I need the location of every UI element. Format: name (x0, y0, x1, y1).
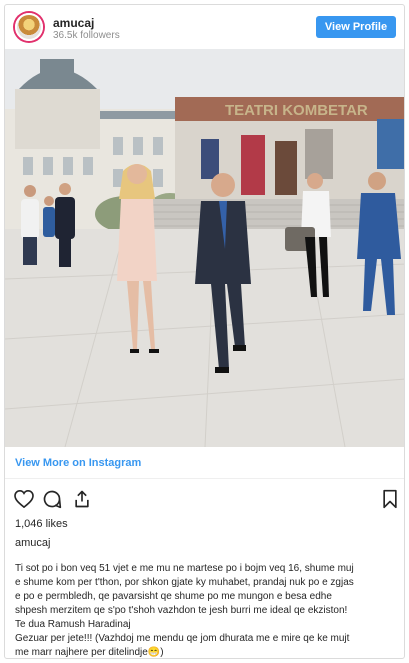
heart-icon[interactable] (13, 488, 35, 510)
follower-count: 36.5k followers (53, 30, 120, 41)
view-more-link[interactable]: View More on Instagram (15, 457, 141, 469)
post-header: amucaj 36.5k followers View Profile (5, 5, 404, 49)
caption-line: shpesh merzitem qe s'po t'shoh vazhdon t… (15, 605, 348, 616)
post-photo[interactable]: TEATRI KOMBETAR (5, 49, 404, 447)
view-profile-button[interactable]: View Profile (316, 16, 396, 38)
photo-illustration: TEATRI KOMBETAR (5, 49, 404, 447)
username[interactable]: amucaj (53, 16, 94, 30)
caption-author[interactable]: amucaj (15, 537, 50, 549)
caption-line: me marr najhere per ditelindje😁) (15, 647, 164, 658)
divider (5, 478, 404, 479)
comment-icon[interactable] (41, 488, 63, 510)
caption-line: e shume kom per t'thon, por shkon gjate … (15, 577, 354, 588)
profile-avatar[interactable] (15, 13, 43, 41)
like-count: 1,046 likes (15, 518, 68, 530)
action-bar (13, 488, 398, 512)
caption-line: Gezuar per jete!!! (Vazhdoj me mendu qe … (15, 633, 350, 644)
caption-line: Ti sot po i bon veq 51 vjet e me mu ne m… (15, 563, 354, 574)
caption-line: Te dua Ramush Haradinaj (15, 619, 131, 630)
bookmark-icon[interactable] (379, 488, 401, 510)
caption-text: Ti sot po i bon veq 51 vjet e me mu ne m… (15, 562, 399, 658)
caption-line: e po e permbledh, qe pavarsisht qe shume… (15, 591, 332, 602)
theatre-sign-text: TEATRI KOMBETAR (225, 102, 368, 119)
share-icon[interactable] (71, 488, 93, 510)
instagram-embed-card: amucaj 36.5k followers View Profile TEAT… (4, 4, 405, 659)
